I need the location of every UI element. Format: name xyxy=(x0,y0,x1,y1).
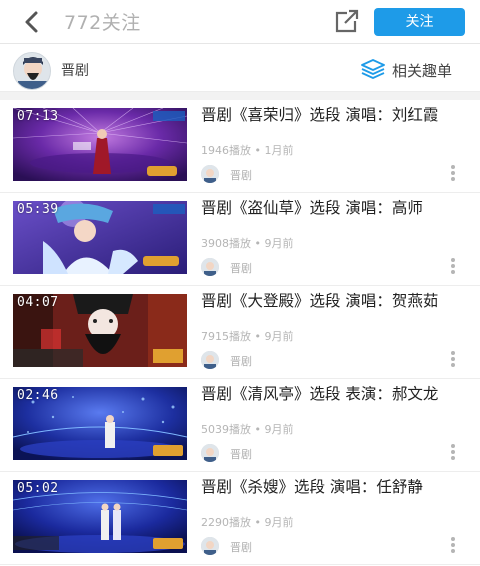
video-meta: 5039播放 • 9月前 xyxy=(201,423,294,436)
video-title[interactable]: 晋剧《清风亭》选段 表演：郝文龙 xyxy=(201,385,469,404)
video-title[interactable]: 晋剧《盗仙草》选段 演唱：高师 xyxy=(201,199,469,218)
video-thumbnail[interactable]: 05:02 xyxy=(13,480,187,553)
avatar[interactable] xyxy=(201,351,219,369)
video-thumbnail[interactable]: 02:46 xyxy=(13,387,187,460)
upload-age: 9月前 xyxy=(264,423,294,436)
video-duration: 05:02 xyxy=(17,481,59,496)
play-count: 1946播放 xyxy=(201,144,251,157)
page-title: 772关注 xyxy=(64,12,141,34)
play-count: 2290播放 xyxy=(201,516,251,529)
video-thumbnail[interactable]: 04:07 xyxy=(13,294,187,367)
video-meta: 1946播放 • 1月前 xyxy=(201,144,294,157)
list-item[interactable]: 04:07 晋剧《大登殿》选段 演唱：贺燕茹 7915播放 • 9月前 晋剧 xyxy=(0,286,480,379)
follow-button[interactable]: 关注 xyxy=(374,8,465,36)
avatar[interactable] xyxy=(201,165,219,183)
video-meta: 7915播放 • 9月前 xyxy=(201,330,294,343)
avatar[interactable] xyxy=(201,537,219,555)
more-options-icon[interactable] xyxy=(447,163,459,183)
video-duration: 07:13 xyxy=(17,109,59,124)
more-options-icon[interactable] xyxy=(447,535,459,555)
video-title[interactable]: 晋剧《大登殿》选段 演唱：贺燕茹 xyxy=(201,292,469,311)
avatar[interactable] xyxy=(201,444,219,462)
top-bar: 772关注 关注 xyxy=(0,0,480,44)
list-item[interactable]: 05:39 晋剧《盗仙草》选段 演唱：高师 3908播放 • 9月前 晋剧 xyxy=(0,193,480,286)
avatar[interactable] xyxy=(13,52,51,90)
channel-header: 晋剧 相关趣单 xyxy=(0,45,480,92)
chevron-left-icon[interactable] xyxy=(20,10,44,34)
uploader-name[interactable]: 晋剧 xyxy=(230,353,252,369)
video-meta: 3908播放 • 9月前 xyxy=(201,237,294,250)
uploader-name[interactable]: 晋剧 xyxy=(230,446,252,462)
more-options-icon[interactable] xyxy=(447,349,459,369)
uploader-name[interactable]: 晋剧 xyxy=(230,260,252,276)
channel-name: 晋剧 xyxy=(61,63,89,79)
play-count: 5039播放 xyxy=(201,423,251,436)
video-thumbnail[interactable]: 05:39 xyxy=(13,201,187,274)
uploader-name[interactable]: 晋剧 xyxy=(230,539,252,555)
avatar[interactable] xyxy=(201,258,219,276)
layers-icon xyxy=(360,58,386,80)
upload-age: 1月前 xyxy=(264,144,294,157)
divider xyxy=(0,92,480,100)
list-item[interactable]: 02:46 晋剧《清风亭》选段 表演：郝文龙 5039播放 • 9月前 晋剧 xyxy=(0,379,480,472)
upload-age: 9月前 xyxy=(264,516,294,529)
more-options-icon[interactable] xyxy=(447,256,459,276)
upload-age: 9月前 xyxy=(264,330,294,343)
play-count: 7915播放 xyxy=(201,330,251,343)
play-count: 3908播放 xyxy=(201,237,251,250)
more-options-icon[interactable] xyxy=(447,442,459,462)
uploader-name[interactable]: 晋剧 xyxy=(230,167,252,183)
list-item[interactable]: 07:13 晋剧《喜荣归》选段 演唱：刘红霞 1946播放 • 1月前 晋剧 xyxy=(0,100,480,193)
share-icon[interactable] xyxy=(333,9,361,35)
video-duration: 02:46 xyxy=(17,388,59,403)
related-label: 相关趣单 xyxy=(392,62,453,80)
video-thumbnail[interactable]: 07:13 xyxy=(13,108,187,181)
video-title[interactable]: 晋剧《杀嫂》选段 演唱：任舒静 xyxy=(201,478,469,497)
upload-age: 9月前 xyxy=(264,237,294,250)
list-item[interactable]: 05:02 晋剧《杀嫂》选段 演唱：任舒静 2290播放 • 9月前 晋剧 xyxy=(0,472,480,565)
video-duration: 04:07 xyxy=(17,295,59,310)
video-duration: 05:39 xyxy=(17,202,59,217)
video-title[interactable]: 晋剧《喜荣归》选段 演唱：刘红霞 xyxy=(201,106,469,125)
video-meta: 2290播放 • 9月前 xyxy=(201,516,294,529)
